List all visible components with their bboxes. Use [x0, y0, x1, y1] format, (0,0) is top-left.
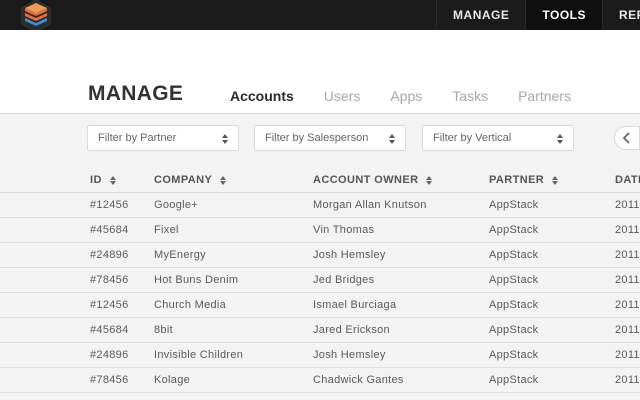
cell-company: Church Media	[154, 299, 227, 311]
column-header-partner[interactable]: PARTNER	[489, 174, 559, 186]
cell-partner: AppStack	[489, 224, 539, 236]
table-row[interactable]: #45684 Fixel Vin Thomas AppStack 2011	[0, 218, 640, 243]
cell-partner: AppStack	[489, 374, 539, 386]
sort-arrows-icon	[552, 175, 559, 185]
cell-account-owner: Chadwick Gantes	[313, 374, 404, 386]
tab-apps[interactable]: Apps	[390, 88, 422, 104]
cell-account-owner: Morgan Allan Knutson	[313, 199, 427, 211]
cell-id: #12456	[90, 299, 129, 311]
tab-users[interactable]: Users	[324, 88, 361, 104]
cell-id: #45684	[90, 224, 129, 236]
cell-date: 2011	[615, 224, 640, 236]
cell-account-owner: Vin Thomas	[313, 224, 375, 236]
cell-date: 2011	[615, 249, 640, 261]
cell-account-owner: Jared Erickson	[313, 324, 390, 336]
cell-id: #45684	[90, 324, 129, 336]
cell-date: 2011	[615, 299, 640, 311]
table-row[interactable]: #24896 Invisible Children Josh Hemsley AppS…	[0, 343, 640, 368]
filter-partner-select[interactable]: Filter by Partner	[87, 125, 239, 151]
tab-accounts[interactable]: Accounts	[230, 88, 294, 104]
topnav-manage[interactable]: MANAGE	[436, 0, 525, 30]
top-nav: MANAGE TOOLS REPORTS	[436, 0, 640, 30]
cell-date: 2011	[615, 324, 640, 336]
column-label: ID	[90, 174, 102, 186]
cell-partner: AppStack	[489, 274, 539, 286]
select-caret-icon	[222, 134, 228, 144]
chevron-left-icon	[622, 132, 630, 144]
column-label: COMPANY	[154, 174, 213, 186]
column-label: PARTNER	[489, 174, 545, 186]
page-title: MANAGE	[88, 82, 184, 105]
column-header-id[interactable]: ID	[90, 174, 116, 186]
cell-company: Kolage	[154, 374, 191, 386]
select-caret-icon	[557, 134, 563, 144]
table-row[interactable]: #12456 Google+ Morgan Allan Knutson AppStac…	[0, 193, 640, 218]
cell-account-owner: Jed Bridges	[313, 274, 375, 286]
tab-partners[interactable]: Partners	[518, 88, 571, 104]
cell-partner: AppStack	[489, 324, 539, 336]
column-label: DATE	[615, 174, 640, 186]
cell-account-owner: Ismael Burciaga	[313, 299, 397, 311]
cell-company: Invisible Children	[154, 349, 244, 361]
column-label: ACCOUNT OWNER	[313, 174, 419, 186]
cell-partner: AppStack	[489, 299, 539, 311]
filter-salesperson-select[interactable]: Filter by Salesperson	[254, 125, 406, 151]
cell-company: Fixel	[154, 224, 179, 236]
tab-tasks[interactable]: Tasks	[452, 88, 488, 104]
filter-vertical-select[interactable]: Filter by Vertical	[422, 125, 574, 151]
cell-id: #78456	[90, 274, 129, 286]
previous-button[interactable]	[614, 126, 640, 150]
filter-partner-label: Filter by Partner	[98, 132, 177, 144]
table-row[interactable]: #45684 8bit Jared Erickson AppStack 2011	[0, 318, 640, 343]
column-header-date[interactable]: DATE	[615, 174, 640, 186]
filter-vertical-label: Filter by Vertical	[433, 132, 512, 144]
tab-bar: Accounts Users Apps Tasks Partners	[230, 88, 601, 104]
sort-arrows-icon	[426, 175, 433, 185]
sort-arrows-icon	[220, 175, 227, 185]
cell-partner: AppStack	[489, 349, 539, 361]
cell-id: #78456	[90, 374, 129, 386]
cell-date: 2011	[615, 199, 640, 211]
cell-company: Google+	[154, 199, 198, 211]
sort-arrows-icon	[109, 175, 116, 185]
accounts-table: ID COMPANY ACCOUNT OWNER PARTNER DATE #1…	[0, 168, 640, 393]
cell-company: 8bit	[154, 324, 173, 336]
column-header-company[interactable]: COMPANY	[154, 174, 227, 186]
cell-id: #24896	[90, 349, 129, 361]
filter-salesperson-label: Filter by Salesperson	[265, 132, 369, 144]
cell-date: 2011	[615, 349, 640, 361]
cell-id: #12456	[90, 199, 129, 211]
column-header-account-owner[interactable]: ACCOUNT OWNER	[313, 174, 433, 186]
cell-company: MyEnergy	[154, 249, 206, 261]
topnav-reports[interactable]: REPORTS	[602, 0, 640, 30]
cell-company: Hot Buns Denim	[154, 274, 239, 286]
cell-account-owner: Josh Hemsley	[313, 349, 386, 361]
cell-partner: AppStack	[489, 199, 539, 211]
table-row[interactable]: #12456 Church Media Ismael Burciaga AppStac…	[0, 293, 640, 318]
topnav-tools[interactable]: TOOLS	[525, 0, 602, 30]
cell-partner: AppStack	[489, 249, 539, 261]
cell-id: #24896	[90, 249, 129, 261]
table-body: #12456 Google+ Morgan Allan Knutson AppStac…	[0, 193, 640, 393]
table-row[interactable]: #78456 Hot Buns Denim Jed Bridges AppStack 2…	[0, 268, 640, 293]
top-navigation-bar: MANAGE TOOLS REPORTS	[0, 0, 640, 35]
select-caret-icon	[389, 134, 395, 144]
table-row[interactable]: #24896 MyEnergy Josh Hemsley AppStack 2011	[0, 243, 640, 268]
table-row[interactable]: #78456 Kolage Chadwick Gantes AppStack 2011	[0, 368, 640, 393]
table-header: ID COMPANY ACCOUNT OWNER PARTNER DATE	[0, 168, 640, 193]
cell-date: 2011	[615, 374, 640, 386]
cell-account-owner: Josh Hemsley	[313, 249, 386, 261]
cell-date: 2011	[615, 274, 640, 286]
page-header: MANAGE Accounts Users Apps Tasks Partner…	[0, 30, 640, 114]
